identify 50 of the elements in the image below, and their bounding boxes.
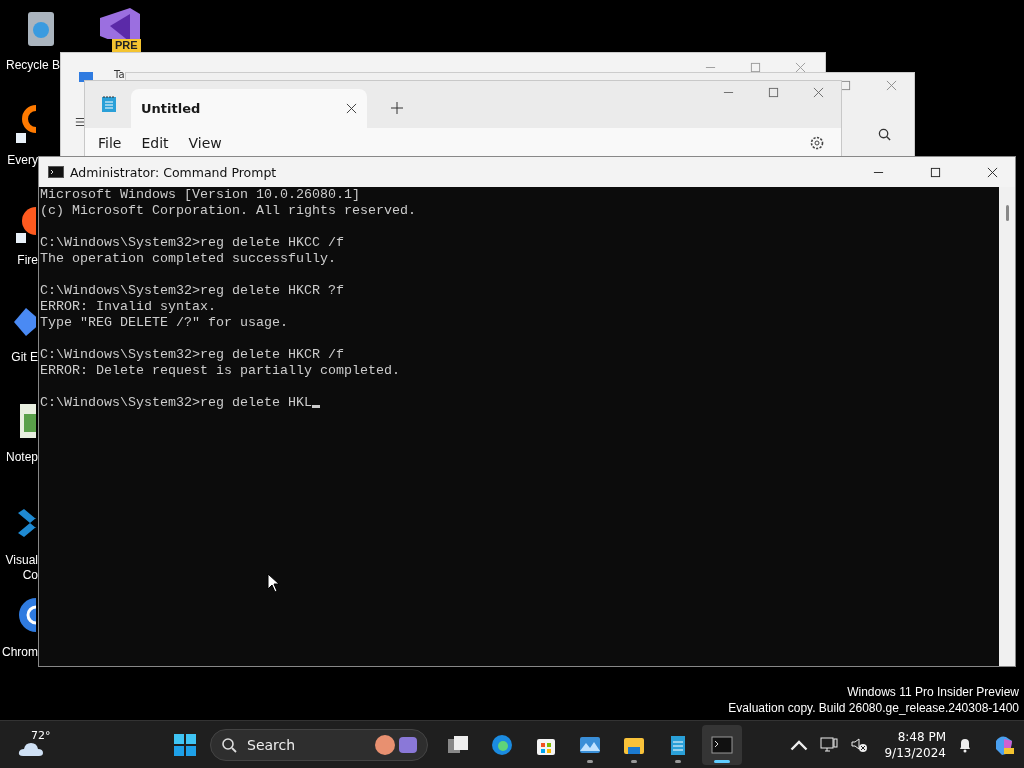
settings-icon[interactable] [809, 135, 825, 151]
console-line: ERROR: Invalid syntax. [40, 299, 216, 314]
network-icon[interactable] [820, 736, 839, 753]
desktop-icon-label: Fire [17, 253, 38, 268]
search-bar[interactable]: Search [210, 728, 428, 761]
desktop-icon-label: Notep [5, 450, 38, 465]
console-line: Microsoft Windows [Version 10.0.26080.1] [40, 187, 360, 202]
desktop-icon-label: Every [7, 153, 38, 168]
close-icon[interactable] [987, 166, 998, 178]
clock-date[interactable]: 9/13/2024 [884, 744, 946, 761]
search-icon[interactable] [878, 128, 891, 141]
scrollbar[interactable] [999, 187, 1015, 666]
text-cursor [311, 405, 320, 408]
menu-item[interactable]: File [98, 133, 122, 153]
notepad-icon [101, 95, 117, 113]
temperature: 72° [31, 728, 51, 742]
cloud-icon[interactable] [18, 740, 44, 757]
close-icon[interactable] [346, 103, 357, 114]
desktop-icon-label: Recycle B [5, 58, 60, 73]
terminal-taskbar-button[interactable] [702, 724, 742, 765]
menu-icon[interactable] [75, 116, 87, 128]
desktop-icon-label: Chrom [2, 645, 38, 660]
console-line: (c) Microsoft Corporation. All rights reserved. [40, 203, 416, 218]
desktop-icon-label: Visual Co [5, 553, 38, 583]
console-line: Type "REG DELETE /?" for usage. [40, 315, 288, 330]
console-line: C:\Windows\System32>reg delete HKCR ?f [40, 283, 344, 298]
search-input[interactable]: Search [245, 735, 373, 754]
window-title: Administrator: Command Prompt [70, 164, 277, 180]
mouse-pointer-icon [267, 573, 279, 593]
search-icon [221, 736, 237, 753]
plus-icon[interactable] [391, 102, 403, 114]
preview-badge: PRE [112, 39, 141, 52]
console-line: C:\Windows\System32>reg delete HKCR /f [40, 347, 344, 362]
menu-item[interactable]: Edit [141, 133, 169, 153]
window-title: Ta [114, 69, 125, 80]
console-icon [48, 166, 64, 178]
clock-time[interactable]: 8:48 PM [897, 728, 946, 745]
start-icon[interactable] [174, 733, 196, 756]
console-line: The operation completed successfully. [40, 251, 336, 266]
watermark-text: Windows 11 Pro Insider Preview [846, 684, 1019, 700]
console-line: ERROR: Delete request is partially completed. [40, 363, 400, 378]
document-tab[interactable]: Untitled [131, 89, 367, 128]
menu-item[interactable]: View [188, 133, 222, 153]
muted-speaker-icon[interactable] [850, 736, 869, 753]
browser-icon [490, 732, 514, 757]
console-line: C:\Windows\System32>reg delete HKCC /f [40, 235, 344, 250]
maximize-icon[interactable] [930, 166, 941, 178]
console-line: C:\Windows\System32>reg delete HKL [40, 395, 312, 410]
desktop-icon-label: Git E [11, 350, 38, 365]
watermark-text: Evaluation copy. Build 26080.ge_release.240308-1400 [728, 700, 1019, 716]
